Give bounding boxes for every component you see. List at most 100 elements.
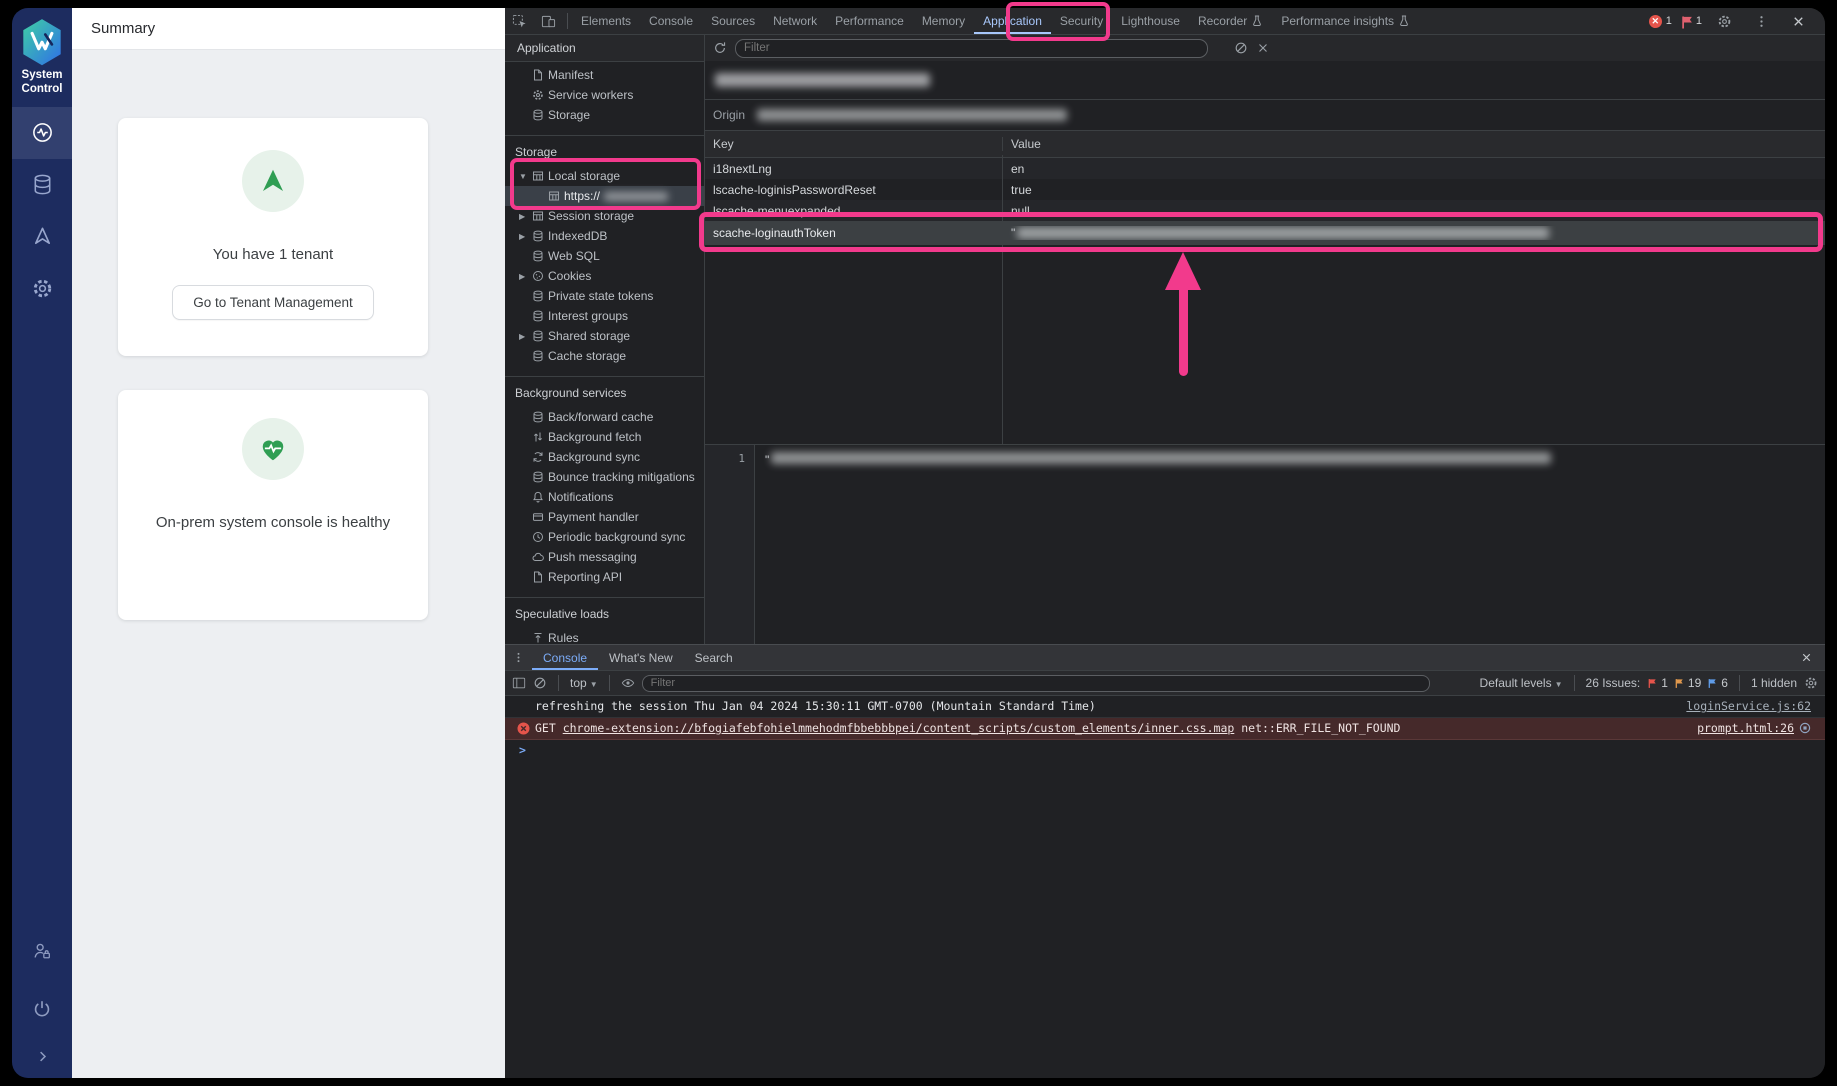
tab-lighthouse[interactable]: Lighthouse bbox=[1112, 8, 1189, 34]
go-to-tenant-management-button[interactable]: Go to Tenant Management bbox=[172, 285, 374, 320]
tab-network[interactable]: Network bbox=[764, 8, 826, 34]
tab-sources[interactable]: Sources bbox=[702, 8, 764, 34]
console-source-link[interactable]: prompt.html:26 bbox=[1697, 721, 1811, 735]
tree-section-header: Storage bbox=[505, 145, 704, 166]
tree-item-web-sql[interactable]: Web SQL bbox=[505, 246, 704, 266]
tree-item-periodic-background-sync[interactable]: Periodic background sync bbox=[505, 527, 704, 547]
tree-item-label: Shared storage bbox=[548, 329, 630, 343]
drawer-tab-what-s-new[interactable]: What's New bbox=[598, 645, 684, 670]
tab-console[interactable]: Console bbox=[640, 8, 702, 34]
tree-item-bounce-tracking-mitigations[interactable]: Bounce tracking mitigations bbox=[505, 467, 704, 487]
storage-row-lscache-loginispasswordreset[interactable]: lscache-loginisPasswordResettrue bbox=[705, 179, 1825, 200]
inspect-element-icon[interactable] bbox=[505, 14, 534, 29]
tab-security[interactable]: Security bbox=[1051, 8, 1112, 34]
source-link-text[interactable]: prompt.html:26 bbox=[1697, 721, 1794, 735]
tree-item-background-fetch[interactable]: Background fetch bbox=[505, 427, 704, 447]
tree-item-rules[interactable]: Rules bbox=[505, 628, 704, 645]
tree-item-indexeddb[interactable]: ▶IndexedDB bbox=[505, 226, 704, 246]
tree-item-interest-groups[interactable]: Interest groups bbox=[505, 306, 704, 326]
expander-icon[interactable]: ▶ bbox=[519, 272, 532, 281]
sidebar-bottom-power-icon[interactable] bbox=[12, 998, 72, 1020]
tab-application[interactable]: Application bbox=[974, 8, 1051, 34]
tree-item-https[interactable]: https:// bbox=[505, 186, 704, 206]
delete-selected-icon[interactable] bbox=[1256, 41, 1270, 55]
expander-icon[interactable]: ▶ bbox=[519, 212, 532, 221]
tree-item-local-storage[interactable]: ▼Local storage bbox=[505, 166, 704, 186]
tab-label: Elements bbox=[581, 14, 631, 28]
tree-item-cookies[interactable]: ▶Cookies bbox=[505, 266, 704, 286]
drawer-tab-console[interactable]: Console bbox=[532, 645, 598, 670]
storage-filter-input[interactable] bbox=[735, 39, 1208, 58]
tree-item-reporting-api[interactable]: Reporting API bbox=[505, 567, 704, 587]
storage-row-scache-loginauthtoken[interactable]: scache-loginauthToken" bbox=[705, 221, 1825, 245]
tree-item-label: Service workers bbox=[548, 88, 633, 102]
app-content: Summary You have 1 tenantGo to Tenant Ma… bbox=[72, 8, 505, 1078]
sidebar-bottom-chevron-right-icon[interactable] bbox=[12, 1049, 72, 1064]
console-settings-gear-icon[interactable] bbox=[1804, 676, 1818, 690]
storage-key: lscache-loginisPasswordReset bbox=[705, 183, 1003, 197]
close-drawer-icon[interactable] bbox=[1793, 651, 1825, 664]
close-devtools-icon[interactable] bbox=[1784, 14, 1813, 29]
value-column-header[interactable]: Value bbox=[1003, 137, 1825, 151]
tab-recorder[interactable]: Recorder bbox=[1189, 8, 1272, 34]
sidebar-nav-item-0[interactable] bbox=[12, 107, 72, 159]
tree-item-notifications[interactable]: Notifications bbox=[505, 487, 704, 507]
issue-count: 19 bbox=[1688, 676, 1701, 690]
error-count-badge[interactable]: ✕ 1 bbox=[1649, 15, 1672, 28]
console-prompt[interactable]: > bbox=[505, 740, 1825, 761]
card-icon-circle bbox=[242, 150, 304, 212]
issue-severity-badge: 6 bbox=[1707, 676, 1728, 690]
storage-row-i18nextlng[interactable]: i18nextLngen bbox=[705, 158, 1825, 179]
kebab-menu-icon[interactable] bbox=[1747, 14, 1776, 29]
tree-item-payment-handler[interactable]: Payment handler bbox=[505, 507, 704, 527]
expander-icon[interactable]: ▼ bbox=[519, 172, 532, 181]
settings-gear-icon[interactable] bbox=[1710, 14, 1739, 29]
context-selector[interactable]: top▼ bbox=[570, 676, 598, 690]
refresh-icon[interactable] bbox=[713, 41, 727, 55]
issues-label[interactable]: 26 Issues: bbox=[1586, 676, 1641, 690]
clear-console-icon[interactable] bbox=[533, 676, 547, 690]
tree-item-back-forward-cache[interactable]: Back/forward cache bbox=[505, 407, 704, 427]
console-sidebar-icon[interactable] bbox=[512, 676, 526, 690]
hidden-messages-label[interactable]: 1 hidden bbox=[1751, 676, 1797, 690]
expander-icon[interactable]: ▶ bbox=[519, 232, 532, 241]
sidebar-bottom-user-lock-icon[interactable] bbox=[12, 940, 72, 962]
tab-elements[interactable]: Elements bbox=[572, 8, 640, 34]
tree-section-header: Speculative loads bbox=[505, 607, 704, 628]
tree-item-manifest[interactable]: Manifest bbox=[505, 65, 704, 85]
expander-icon[interactable]: ▶ bbox=[519, 332, 532, 341]
key-column-header[interactable]: Key bbox=[705, 137, 1003, 151]
drawer-kebab-menu-icon[interactable] bbox=[505, 651, 532, 664]
tree-item-shared-storage[interactable]: ▶ Shared storage bbox=[505, 326, 704, 346]
tab-performance[interactable]: Performance bbox=[826, 8, 913, 34]
tree-item-background-sync[interactable]: Background sync bbox=[505, 447, 704, 467]
storage-row-lscache-menuexpanded[interactable]: lscache-menuexpandednull bbox=[705, 200, 1825, 221]
sidebar-nav-item-2[interactable] bbox=[12, 211, 72, 263]
tree-item-private-state-tokens[interactable]: Private state tokens bbox=[505, 286, 704, 306]
device-toolbar-icon[interactable] bbox=[534, 14, 563, 29]
tree-item-cache-storage[interactable]: Cache storage bbox=[505, 346, 704, 366]
experiment-flask-icon bbox=[1251, 15, 1263, 27]
tree-item-session-storage[interactable]: ▶Session storage bbox=[505, 206, 704, 226]
issue-count-badge[interactable]: 1 bbox=[1680, 15, 1702, 27]
sidebar-nav-item-3[interactable] bbox=[12, 263, 72, 315]
tree-item-service-workers[interactable]: Service workers bbox=[505, 85, 704, 105]
tab-performance-insights[interactable]: Performance insights bbox=[1272, 8, 1419, 34]
storage-key: scache-loginauthToken bbox=[705, 226, 1003, 240]
console-source-link[interactable]: loginService.js:62 bbox=[1686, 699, 1811, 713]
sidebar-nav-item-1[interactable] bbox=[12, 159, 72, 211]
eye-icon[interactable] bbox=[621, 676, 635, 690]
console-toolbar-right: Default levels▼ 26 Issues: 1196 1 hidden bbox=[1480, 675, 1818, 691]
tab-memory[interactable]: Memory bbox=[913, 8, 974, 34]
clear-storage-icon[interactable] bbox=[1234, 41, 1248, 55]
origin-row: Origin bbox=[705, 100, 1825, 131]
drawer-tab-search[interactable]: Search bbox=[684, 645, 744, 670]
table-icon bbox=[532, 210, 548, 222]
tree-item-push-messaging[interactable]: Push messaging bbox=[505, 547, 704, 567]
error-resource-link[interactable]: chrome-extension://bfogiafebfohielmmehod… bbox=[563, 721, 1235, 735]
console-filter-input[interactable] bbox=[642, 675, 1430, 692]
tree-item-storage[interactable]: Storage bbox=[505, 105, 704, 125]
extension-icon bbox=[1799, 722, 1811, 734]
log-levels-dropdown[interactable]: Default levels▼ bbox=[1480, 676, 1563, 690]
sync-icon bbox=[532, 451, 548, 463]
